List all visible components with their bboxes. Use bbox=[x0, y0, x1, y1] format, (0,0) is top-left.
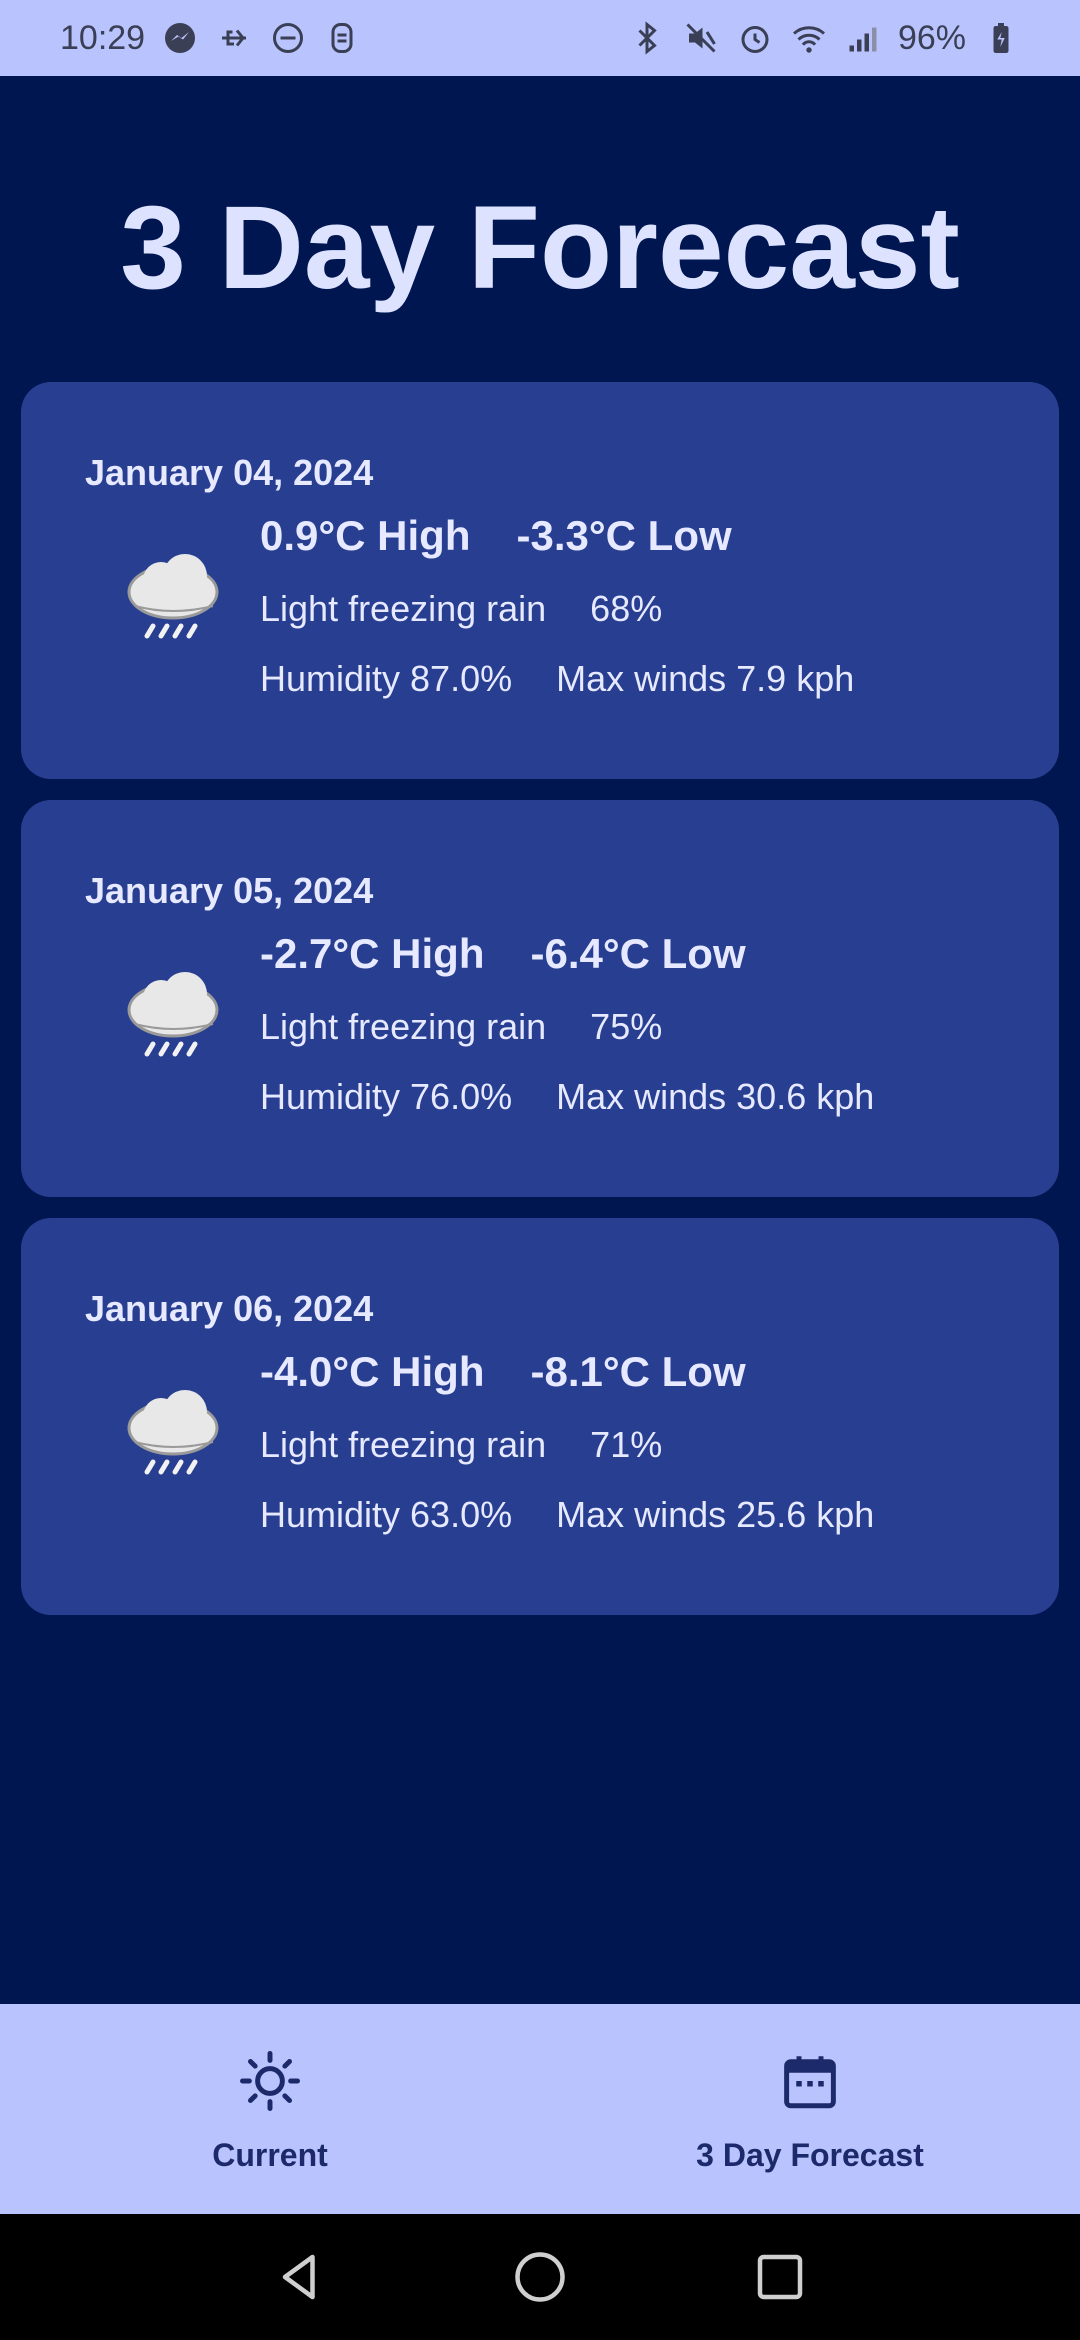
wind-text: Max winds 25.6 kph bbox=[556, 1494, 875, 1535]
recents-button[interactable] bbox=[745, 2242, 815, 2312]
bluetooth-icon bbox=[628, 19, 666, 57]
page-title: 3 Day Forecast bbox=[120, 182, 960, 314]
back-triangle-icon bbox=[282, 2254, 315, 2300]
forecast-date: January 06, 2024 bbox=[85, 1288, 374, 1329]
forecast-date: January 04, 2024 bbox=[85, 452, 374, 493]
battery-percent: 96% bbox=[897, 18, 966, 57]
precip-chance: 71% bbox=[590, 1424, 663, 1465]
nav-item-3-day-forecast[interactable]: 3 Day Forecast bbox=[540, 2004, 1080, 2214]
wifi-icon bbox=[790, 19, 828, 57]
condition-row: Light freezing rain 71% bbox=[260, 1424, 662, 1466]
temperature-row: 0.9°C High -3.3°C Low bbox=[260, 512, 732, 560]
forecast-card: January 06, 2024 -4.0°C High -8.1°C Low … bbox=[21, 1218, 1059, 1615]
freezing-rain-cloud-icon bbox=[113, 544, 233, 654]
dnd-icon bbox=[269, 19, 307, 57]
humidity-text: Humidity 63.0% bbox=[260, 1494, 513, 1535]
nav-item-current[interactable]: Current bbox=[0, 2004, 540, 2214]
temperature-row: -4.0°C High -8.1°C Low bbox=[260, 1348, 746, 1396]
home-circle-icon bbox=[515, 2252, 565, 2302]
freezing-rain-cloud-icon bbox=[113, 962, 233, 1072]
mute-icon bbox=[682, 19, 720, 57]
battery-icon bbox=[982, 19, 1020, 57]
back-button[interactable] bbox=[265, 2242, 335, 2312]
precip-chance: 75% bbox=[590, 1006, 663, 1047]
system-nav-bar bbox=[0, 2214, 1080, 2340]
nav-label-3-day-forecast: 3 Day Forecast bbox=[696, 2137, 924, 2173]
alarm-icon bbox=[736, 19, 774, 57]
usb-icon bbox=[215, 19, 253, 57]
signal-icon bbox=[844, 19, 882, 57]
messenger-icon bbox=[161, 19, 199, 57]
calendar-icon bbox=[777, 2048, 843, 2119]
humidity-text: Humidity 76.0% bbox=[260, 1076, 513, 1117]
bottom-nav: Current 3 Day Forecast bbox=[0, 2004, 1080, 2214]
condition-row: Light freezing rain 68% bbox=[260, 588, 662, 630]
forecast-card: January 04, 2024 0.9°C High -3.3°C Low L… bbox=[21, 382, 1059, 779]
status-time: 10:29 bbox=[60, 18, 146, 57]
temp-high: -2.7°C High bbox=[260, 930, 485, 977]
condition-row: Light freezing rain 75% bbox=[260, 1006, 662, 1048]
temp-high: 0.9°C High bbox=[260, 512, 471, 559]
humidity-row: Humidity 63.0% Max winds 25.6 kph bbox=[260, 1494, 874, 1536]
wind-text: Max winds 7.9 kph bbox=[556, 658, 855, 699]
sun-icon bbox=[237, 2048, 303, 2119]
temperature-row: -2.7°C High -6.4°C Low bbox=[260, 930, 746, 978]
condition-text: Light freezing rain bbox=[260, 1424, 547, 1465]
nav-label-current: Current bbox=[212, 2137, 328, 2173]
humidity-row: Humidity 76.0% Max winds 30.6 kph bbox=[260, 1076, 874, 1118]
wind-text: Max winds 30.6 kph bbox=[556, 1076, 875, 1117]
temp-low: -8.1°C Low bbox=[530, 1348, 746, 1395]
temp-high: -4.0°C High bbox=[260, 1348, 485, 1395]
forecast-card: January 05, 2024 -2.7°C High -6.4°C Low … bbox=[21, 800, 1059, 1197]
humidity-row: Humidity 87.0% Max winds 7.9 kph bbox=[260, 658, 854, 700]
forecast-date: January 05, 2024 bbox=[85, 870, 374, 911]
precip-chance: 68% bbox=[590, 588, 663, 629]
temp-low: -3.3°C Low bbox=[516, 512, 732, 559]
temp-low: -6.4°C Low bbox=[530, 930, 746, 977]
app-notification-icon bbox=[323, 19, 361, 57]
status-right: 96% bbox=[628, 19, 1020, 58]
home-button[interactable] bbox=[505, 2242, 575, 2312]
recents-square-icon bbox=[757, 2254, 803, 2300]
status-left: 10:29 bbox=[60, 19, 361, 58]
condition-text: Light freezing rain bbox=[260, 1006, 547, 1047]
humidity-text: Humidity 87.0% bbox=[260, 658, 513, 699]
status-bar: 10:29 96% bbox=[0, 0, 1080, 76]
freezing-rain-cloud-icon bbox=[113, 1380, 233, 1490]
condition-text: Light freezing rain bbox=[260, 588, 547, 629]
